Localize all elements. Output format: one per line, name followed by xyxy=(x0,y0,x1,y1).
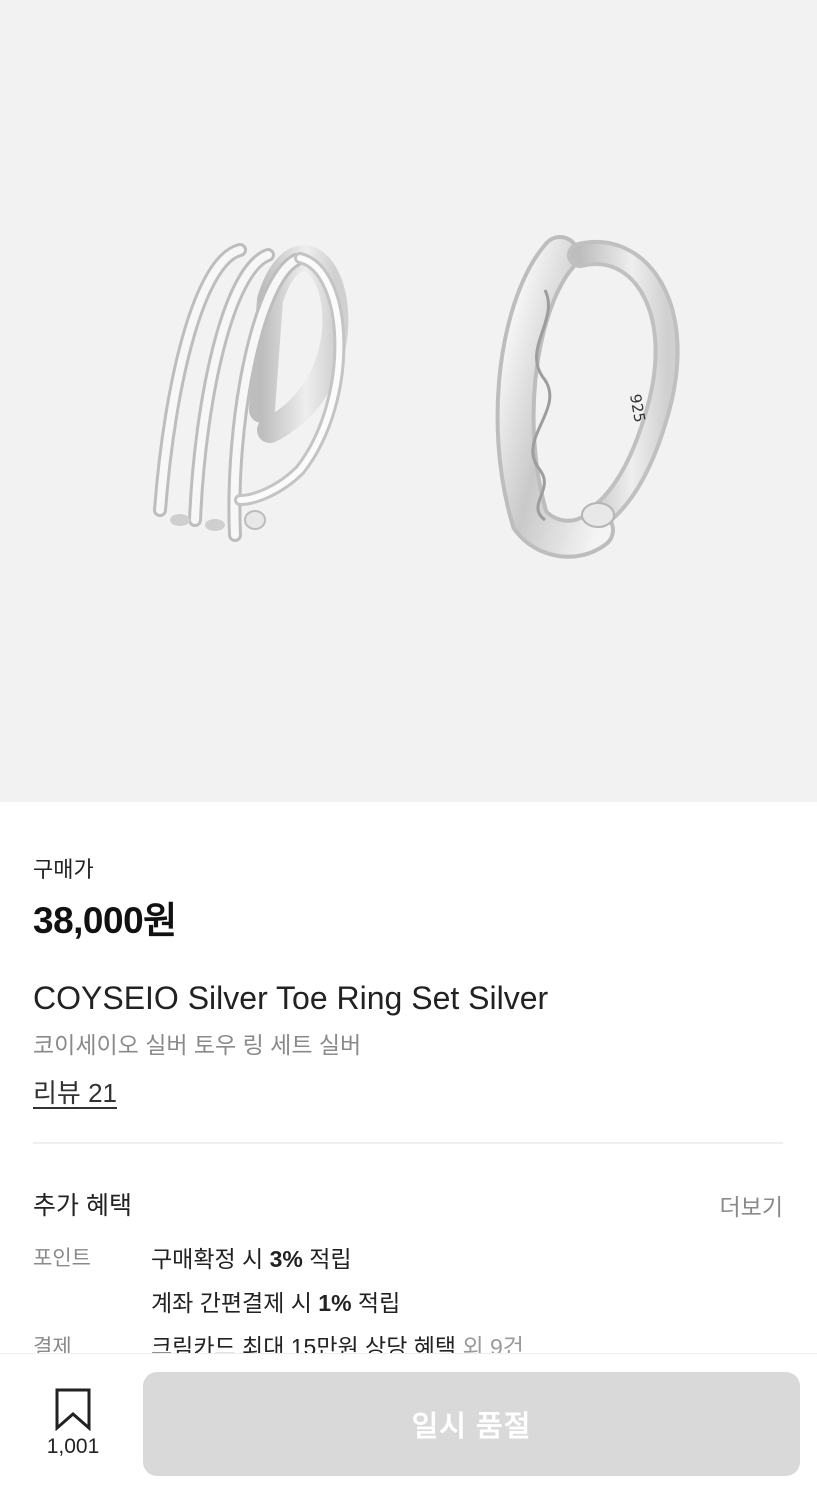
price-label: 구매가 xyxy=(33,857,94,882)
point-label: 포인트 xyxy=(33,1247,91,1270)
wave-band-ring: 925 xyxy=(495,235,680,559)
wishlist-count: 1,001 xyxy=(46,1435,100,1458)
triple-band-ring xyxy=(153,243,349,542)
sold-out-button[interactable]: 일시 품절 xyxy=(143,1372,800,1476)
bottom-action-bar: 1,001 일시 품절 xyxy=(0,1353,817,1500)
bookmark-icon xyxy=(55,1388,91,1431)
price-value: 38,000원 xyxy=(33,900,177,941)
product-name-en: COYSEIO Silver Toe Ring Set Silver xyxy=(33,980,549,1016)
point-benefit-1: 구매확정 시 3% 적립 xyxy=(151,1246,352,1272)
review-link[interactable]: 리뷰 21 xyxy=(33,1073,117,1110)
benefits-more-link[interactable]: 더보기 xyxy=(720,1188,783,1222)
benefits-title: 추가 혜택 xyxy=(33,1192,132,1220)
product-image[interactable]: 925 xyxy=(0,0,817,802)
product-name-ko: 코이세이오 실버 토우 링 세트 실버 xyxy=(33,1032,362,1058)
toe-ring-set-illustration: 925 xyxy=(153,235,680,559)
section-divider xyxy=(33,1142,783,1144)
point-benefit-2: 계좌 간편결제 시 1% 적립 xyxy=(151,1290,401,1316)
wishlist-button[interactable]: 1,001 xyxy=(35,1387,111,1459)
svg-text:925: 925 xyxy=(626,393,649,424)
